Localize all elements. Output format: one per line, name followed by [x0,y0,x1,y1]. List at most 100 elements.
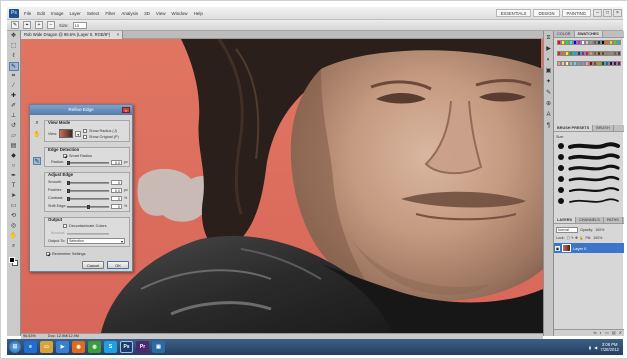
smooth-slider[interactable] [67,181,109,185]
eraser-tool-icon[interactable]: ▱ [9,132,19,141]
ok-button[interactable]: OK [107,261,129,269]
brush-preset-row[interactable] [554,196,624,207]
tab-paths[interactable]: PATHS [603,217,623,223]
feather-slider-knob[interactable] [67,189,70,193]
type-tool-icon[interactable]: T [9,182,19,191]
menu-view[interactable]: View [153,11,169,16]
brush-preset-row[interactable] [554,141,624,152]
smooth-field[interactable]: 0 [111,180,122,185]
opacity-value[interactable]: 100% [595,228,604,232]
history-panel-icon[interactable]: ⧖ [545,34,553,42]
taskbar-photoshop-icon[interactable]: Ps [120,341,133,353]
shift-edge-slider-knob[interactable] [87,205,90,209]
shape-tool-icon[interactable]: ▭ [9,202,19,211]
remember-settings-checkbox[interactable] [46,252,50,256]
clock[interactable]: 3:08 PM 7/28/2012 [600,342,619,352]
contrast-slider-knob[interactable] [67,197,70,201]
menu-filter[interactable]: Filter [102,11,118,16]
actions-panel-icon[interactable]: ▶ [545,45,553,53]
radius-slider[interactable] [67,161,109,165]
taskbar-skype-icon[interactable]: S [104,341,117,353]
brush-tool-icon[interactable]: ✐ [9,102,19,111]
start-button[interactable]: ⊞ [9,341,21,353]
menu-analysis[interactable]: Analysis [118,11,141,16]
volume-icon[interactable]: ◀ [594,345,597,350]
minimize-button[interactable]: – [593,9,602,17]
shift-edge-field[interactable]: 0 [111,204,122,209]
taskbar-firefox-icon[interactable]: ◉ [72,341,85,353]
eye-icon[interactable]: ◉ [555,245,560,251]
maximize-button[interactable]: □ [603,9,612,17]
tool-preset-picker[interactable]: ✎ [11,21,19,29]
contrast-field[interactable]: 0 [111,196,122,201]
hand-icon[interactable]: ✋ [33,131,41,139]
fill-value[interactable]: 100% [593,236,602,240]
healing-brush-tool-icon[interactable]: ✚ [9,92,19,101]
clone-stamp-tool-icon[interactable]: ⊥ [9,112,19,121]
cancel-button[interactable]: Cancel [82,261,104,269]
feather-field[interactable]: 0.0 [111,188,122,193]
decontaminate-colors-checkbox[interactable] [63,224,67,228]
dialog-close-button[interactable]: × [122,107,130,113]
brush-preset-row[interactable] [554,185,624,196]
foreground-color-swatch[interactable] [9,257,15,263]
blur-tool-icon[interactable]: ◆ [9,152,19,161]
dodge-tool-icon[interactable]: ○ [9,162,19,171]
hand-tool-icon[interactable]: ✋ [9,232,19,241]
color-swatch[interactable] [617,50,621,56]
menu-file[interactable]: File [21,11,34,16]
document-tab[interactable]: Rob Wide Dragon @ 96.6% (Layer 0, RGB/8*… [21,31,124,39]
view-mode-thumbnail[interactable] [59,129,74,138]
menu-3d[interactable]: 3D [141,11,153,16]
adjustments-panel-icon[interactable]: ◐ [545,56,553,64]
3d-camera-tool-icon[interactable]: ◎ [9,222,19,231]
smart-radius-checkbox[interactable] [63,154,67,158]
output-to-select[interactable]: Selection [67,238,125,244]
paragraph-panel-icon[interactable]: ¶ [545,122,553,130]
menu-help[interactable]: Help [191,11,206,16]
tab-swatches[interactable]: SWATCHES [574,31,603,37]
quick-selection-subtract-icon[interactable]: − [47,21,55,29]
blend-mode-select[interactable]: Normal [556,226,578,233]
eyedropper-tool-icon[interactable]: ⁄ [9,82,19,91]
tab-channels[interactable]: CHANNELS [576,217,604,223]
path-selection-tool-icon[interactable]: ➤ [9,192,19,201]
radius-field[interactable]: 0.0 [111,160,122,165]
refine-radius-brush-icon[interactable]: ✎ [33,157,41,165]
menu-edit[interactable]: Edit [34,11,48,16]
menu-layer[interactable]: Layer [67,11,84,16]
show-radius-checkbox[interactable] [83,129,87,133]
character-panel-icon[interactable]: A [545,111,553,119]
shift-edge-slider[interactable] [67,205,109,209]
taskbar-premiere-icon[interactable]: Pr [136,341,149,353]
new-layer-icon[interactable]: ▤ [612,330,616,336]
close-window-button[interactable]: × [613,9,622,17]
color-swatch[interactable] [617,40,621,45]
lasso-tool-icon[interactable]: ℓ [9,52,19,61]
menu-select[interactable]: Select [84,11,103,16]
quick-selection-tool-icon[interactable]: ✎ [8,62,19,71]
move-tool-icon[interactable]: ✥ [9,32,19,41]
close-tab-icon[interactable]: × [117,31,119,39]
view-mode-dropdown[interactable]: ▾ [75,130,82,137]
history-brush-tool-icon[interactable]: ↺ [9,122,19,131]
taskbar-ie-icon[interactable]: e [24,341,37,353]
radius-slider-knob[interactable] [67,161,70,165]
adjustment-layer-icon[interactable]: ◐ [600,330,602,336]
add-mask-icon[interactable]: ▭ [605,330,609,336]
gradient-tool-icon[interactable]: ▤ [9,142,19,151]
fx-icon[interactable]: fx [594,330,597,336]
masks-panel-icon[interactable]: ▣ [545,67,553,75]
tab-color[interactable]: COLOR [554,31,575,37]
contrast-slider[interactable] [67,197,109,201]
workspace-design-button[interactable]: DESIGN [533,9,560,17]
show-original-checkbox[interactable] [83,135,87,139]
brush-preset-row[interactable] [554,163,624,174]
zoom-icon[interactable]: ⌕ [33,119,41,127]
quick-selection-new-icon[interactable]: ⌖ [23,21,31,29]
taskbar-media-icon[interactable]: ▶ [56,341,69,353]
brush-preset-row[interactable] [554,152,624,163]
workspace-painting-button[interactable]: PAINTING [561,9,591,17]
network-icon[interactable]: ▮ [589,345,591,350]
smooth-slider-knob[interactable] [67,181,70,185]
